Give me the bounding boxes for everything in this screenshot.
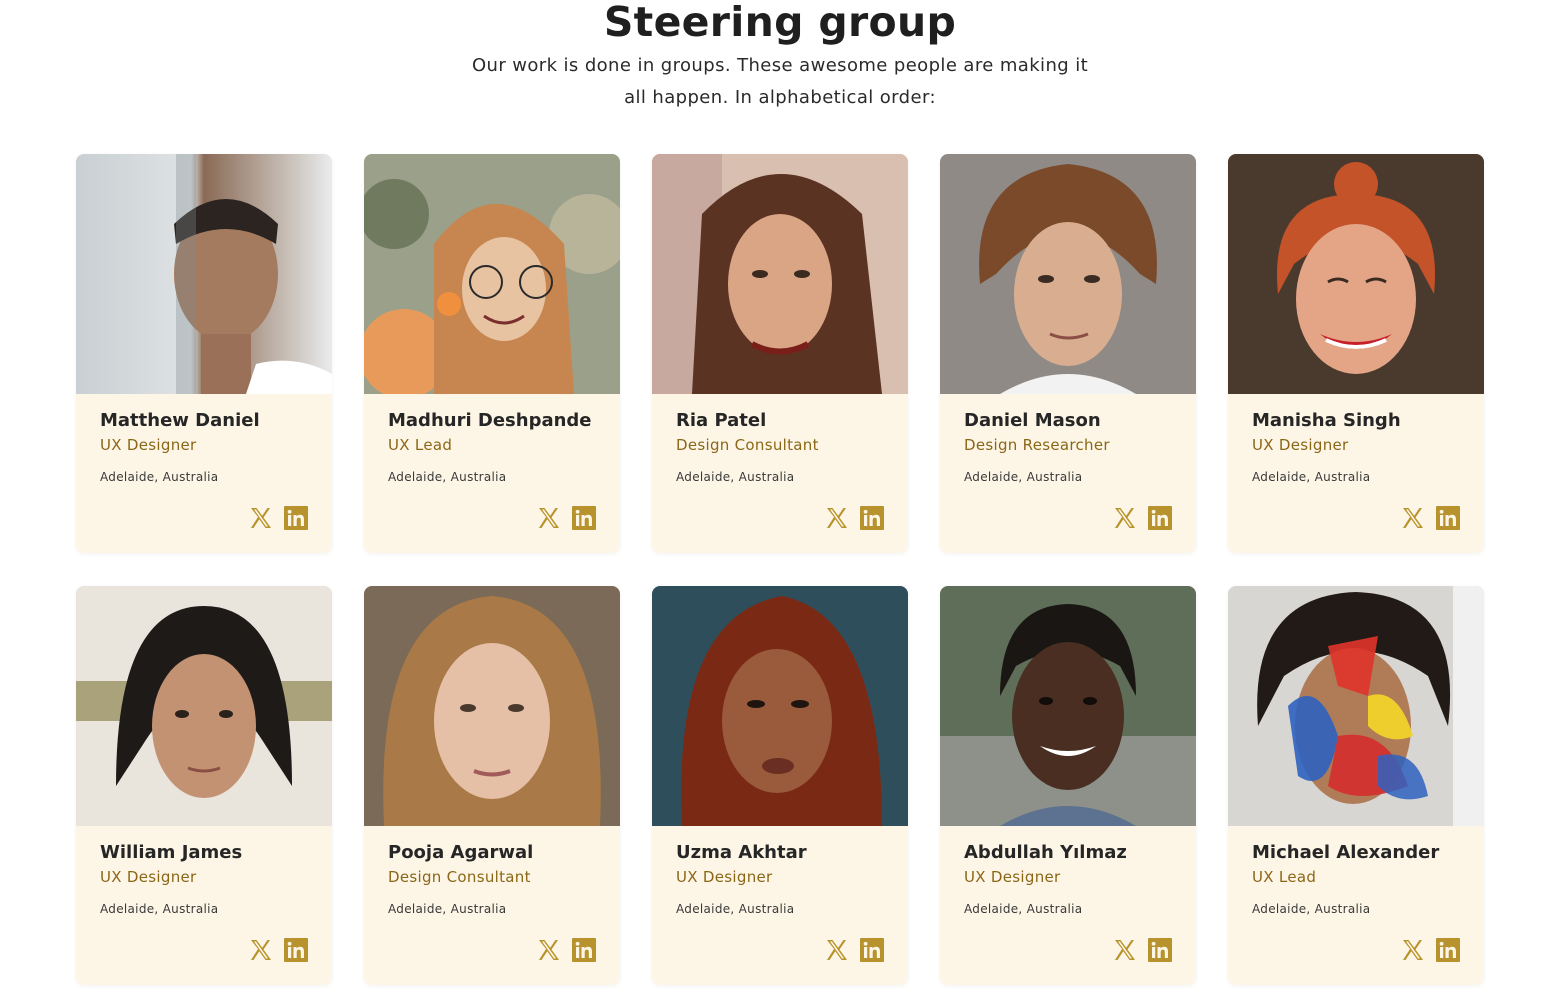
x-icon[interactable] (1400, 506, 1424, 530)
member-role: UX Designer (964, 868, 1061, 886)
member-role: UX Lead (1252, 868, 1317, 886)
member-photo (940, 586, 1196, 826)
member-card: William James UX Designer Adelaide, Aust… (76, 586, 332, 985)
member-grid: Matthew Daniel UX Designer Adelaide, Aus… (76, 154, 1484, 985)
linkedin-icon[interactable] (572, 506, 596, 530)
x-icon[interactable] (536, 506, 560, 530)
member-photo (940, 154, 1196, 394)
linkedin-icon[interactable] (1436, 506, 1460, 530)
member-card: Daniel Mason Design Researcher Adelaide,… (940, 154, 1196, 553)
member-photo (652, 154, 908, 394)
member-name: Abdullah Yılmaz (964, 842, 1127, 863)
member-card: Madhuri Deshpande UX Lead Adelaide, Aust… (364, 154, 620, 553)
member-info: Michael Alexander UX Lead Adelaide, Aust… (1252, 840, 1460, 916)
member-role: Design Consultant (388, 868, 531, 886)
member-name: Ria Patel (676, 410, 767, 431)
x-icon[interactable] (1112, 938, 1136, 962)
member-location: Adelaide, Australia (388, 902, 507, 916)
member-info: Matthew Daniel UX Designer Adelaide, Aus… (100, 408, 308, 484)
social-links (248, 506, 308, 530)
x-icon[interactable] (824, 938, 848, 962)
member-card: Pooja Agarwal Design Consultant Adelaide… (364, 586, 620, 985)
linkedin-icon[interactable] (860, 506, 884, 530)
member-role: UX Designer (1252, 436, 1349, 454)
member-card: Abdullah Yılmaz UX Designer Adelaide, Au… (940, 586, 1196, 985)
social-links (824, 938, 884, 962)
member-info: Ria Patel Design Consultant Adelaide, Au… (676, 408, 884, 484)
member-role: Design Researcher (964, 436, 1110, 454)
member-role: UX Designer (100, 868, 197, 886)
member-info: William James UX Designer Adelaide, Aust… (100, 840, 308, 916)
member-card: Matthew Daniel UX Designer Adelaide, Aus… (76, 154, 332, 553)
social-links (1400, 506, 1460, 530)
member-location: Adelaide, Australia (676, 470, 795, 484)
member-card: Michael Alexander UX Lead Adelaide, Aust… (1228, 586, 1484, 985)
x-icon[interactable] (1112, 506, 1136, 530)
social-links (1112, 506, 1172, 530)
member-role: UX Lead (388, 436, 453, 454)
member-location: Adelaide, Australia (100, 902, 219, 916)
member-name: Madhuri Deshpande (388, 410, 592, 431)
member-info: Madhuri Deshpande UX Lead Adelaide, Aust… (388, 408, 596, 484)
member-role: Design Consultant (676, 436, 819, 454)
member-photo (1228, 154, 1484, 394)
section-subtitle: Our work is done in groups. These awesom… (471, 55, 1089, 108)
member-info: Uzma Akhtar UX Designer Adelaide, Austra… (676, 840, 884, 916)
x-icon[interactable] (1400, 938, 1424, 962)
member-name: Matthew Daniel (100, 410, 260, 431)
social-links (248, 938, 308, 962)
social-links (1112, 938, 1172, 962)
social-links (824, 506, 884, 530)
linkedin-icon[interactable] (860, 938, 884, 962)
member-role: UX Designer (676, 868, 773, 886)
member-photo (1228, 586, 1484, 826)
x-icon[interactable] (536, 938, 560, 962)
member-name: Daniel Mason (964, 410, 1101, 431)
member-name: Uzma Akhtar (676, 842, 807, 863)
member-location: Adelaide, Australia (964, 902, 1083, 916)
member-card: Ria Patel Design Consultant Adelaide, Au… (652, 154, 908, 553)
linkedin-icon[interactable] (572, 938, 596, 962)
member-info: Manisha Singh UX Designer Adelaide, Aust… (1252, 408, 1460, 484)
member-location: Adelaide, Australia (100, 470, 219, 484)
x-icon[interactable] (248, 506, 272, 530)
section-title: Steering group (603, 0, 957, 46)
member-photo (76, 586, 332, 826)
linkedin-icon[interactable] (1148, 506, 1172, 530)
member-name: William James (100, 842, 243, 863)
member-name: Manisha Singh (1252, 410, 1401, 431)
social-links (536, 938, 596, 962)
member-name: Pooja Agarwal (388, 842, 534, 863)
member-photo (76, 154, 332, 394)
linkedin-icon[interactable] (284, 506, 308, 530)
member-info: Abdullah Yılmaz UX Designer Adelaide, Au… (964, 840, 1172, 916)
linkedin-icon[interactable] (1436, 938, 1460, 962)
x-icon[interactable] (248, 938, 272, 962)
member-card: Uzma Akhtar UX Designer Adelaide, Austra… (652, 586, 908, 985)
member-card: Manisha Singh UX Designer Adelaide, Aust… (1228, 154, 1484, 553)
social-links (1400, 938, 1460, 962)
member-location: Adelaide, Australia (964, 470, 1083, 484)
member-name: Michael Alexander (1252, 842, 1440, 863)
member-role: UX Designer (100, 436, 197, 454)
member-location: Adelaide, Australia (676, 902, 795, 916)
member-info: Pooja Agarwal Design Consultant Adelaide… (388, 840, 596, 916)
member-photo (364, 154, 620, 394)
linkedin-icon[interactable] (284, 938, 308, 962)
member-photo (364, 586, 620, 826)
member-photo (652, 586, 908, 826)
x-icon[interactable] (824, 506, 848, 530)
linkedin-icon[interactable] (1148, 938, 1172, 962)
social-links (536, 506, 596, 530)
member-location: Adelaide, Australia (388, 470, 507, 484)
member-info: Daniel Mason Design Researcher Adelaide,… (964, 408, 1172, 484)
member-location: Adelaide, Australia (1252, 470, 1371, 484)
member-location: Adelaide, Australia (1252, 902, 1371, 916)
